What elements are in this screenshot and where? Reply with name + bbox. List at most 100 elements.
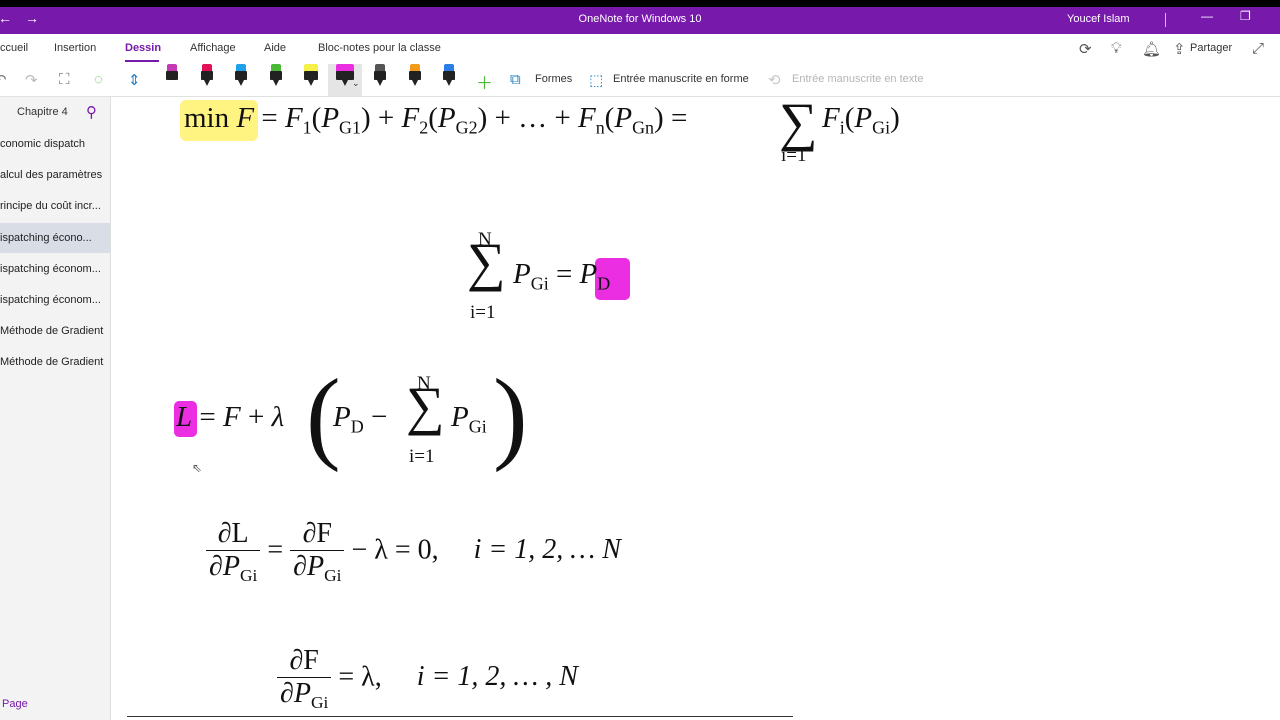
- eq5-frac: ∂F ∂PGi: [277, 645, 332, 713]
- ink-to-shape-icon[interactable]: ⬚: [589, 71, 603, 89]
- shapes-icon[interactable]: ⧉: [510, 71, 521, 88]
- active-tab-indicator: [125, 60, 159, 62]
- pen-blue-body: [443, 71, 455, 80]
- undo-icon[interactable]: ↶: [0, 71, 7, 89]
- eq1-tail-F: F: [822, 102, 840, 134]
- pen-black-tip: [377, 80, 383, 86]
- tab-affichage[interactable]: Affichage: [190, 42, 236, 54]
- eq2-sum-symbol: ∑: [467, 232, 506, 292]
- eq3-F: F: [223, 401, 241, 433]
- eq1-min: min: [184, 102, 230, 134]
- eq1-p1-sub: G1: [339, 117, 362, 138]
- share-icon[interactable]: ⇪: [1173, 40, 1186, 58]
- eq5-den-b: Gi: [310, 693, 329, 713]
- ink-to-text-button: Entrée manuscrite en texte: [792, 73, 924, 85]
- pen-4-tip: [273, 80, 279, 86]
- page-item-1[interactable]: conomic dispatch: [0, 129, 110, 159]
- eq3-P: P: [451, 401, 469, 433]
- pen-4-icon[interactable]: [270, 64, 282, 88]
- pen-black-icon[interactable]: [374, 64, 386, 88]
- pen-options-chevron-icon[interactable]: ⌄: [352, 78, 360, 89]
- eq2-rhs-D: D: [597, 273, 611, 294]
- highlighter-yellow-body: [304, 71, 318, 80]
- pen-blue-tip: [446, 80, 452, 86]
- page-item-7[interactable]: Méthode de Gradient: [0, 316, 110, 346]
- pen-2-body: [201, 71, 213, 80]
- eq1-pn-sub: Gn: [632, 117, 655, 138]
- eq5-den-a: ∂P: [280, 678, 311, 709]
- minimize-icon[interactable]: —: [1201, 9, 1213, 23]
- eq4-frac-1: ∂L ∂PGi: [206, 518, 261, 586]
- eq1-tail-P: P: [854, 102, 873, 134]
- tab-dessin[interactable]: Dessin: [125, 42, 161, 54]
- pen-3-tip: [238, 80, 244, 86]
- eq3-Gi: Gi: [468, 416, 487, 437]
- eq3-pd-P: P: [333, 401, 351, 433]
- share-button[interactable]: Partager: [1190, 42, 1232, 54]
- add-space-icon[interactable]: ⇕: [128, 71, 141, 89]
- eq1-ellipsis: …: [518, 102, 548, 134]
- pen-blue-icon[interactable]: [443, 64, 455, 88]
- fullscreen-icon[interactable]: ⤢: [1252, 40, 1264, 57]
- redo-icon[interactable]: ↷: [25, 71, 38, 89]
- page-item-2[interactable]: alcul des paramètres: [0, 160, 110, 190]
- eq1-fn: F: [577, 102, 596, 134]
- eq5-index: i = 1, 2, … , N: [416, 661, 578, 693]
- restore-icon[interactable]: ❐: [1240, 9, 1251, 23]
- user-name[interactable]: Youcef Islam: [1067, 13, 1130, 25]
- eq4-den2-a: ∂P: [293, 551, 325, 582]
- tab-aide[interactable]: Aide: [264, 42, 286, 54]
- page-canvas[interactable]: min F = F1(PG1) + F2(PG2) + … + Fn(PGn) …: [111, 97, 1280, 720]
- page-navigation-pane: Chapitre 4 ⚲ conomic dispatch alcul des …: [0, 97, 111, 720]
- tab-insertion[interactable]: Insertion: [54, 42, 96, 54]
- eq4-frac-2: ∂F ∂PGi: [290, 518, 345, 586]
- add-pen-icon[interactable]: ＋: [476, 69, 493, 94]
- eq4-num2: ∂F: [290, 518, 345, 551]
- eq1-tail-Gi: Gi: [872, 117, 891, 138]
- equation-lagrangian-start: L = F + λ: [176, 401, 285, 433]
- equation-objective: min F = F1(PG1) + F2(PG2) + … + Fn(PGn) …: [184, 102, 688, 138]
- ink-to-shape-button[interactable]: Entrée manuscrite en forme: [613, 73, 749, 85]
- search-icon[interactable]: ⚲: [86, 103, 97, 121]
- eq3-pd: PD −: [333, 401, 388, 437]
- eq1-f2-sub: 2: [419, 117, 429, 138]
- pen-2-icon[interactable]: [201, 64, 213, 88]
- eq1-tail-i: i: [839, 117, 845, 138]
- add-page-button[interactable]: Page: [2, 698, 28, 710]
- page-item-8[interactable]: Méthode de Gradient: [0, 347, 110, 377]
- shapes-button[interactable]: Formes: [535, 73, 572, 85]
- pen-black-body: [374, 71, 386, 80]
- tab-accueil[interactable]: ccueil: [0, 42, 28, 54]
- page-item-5[interactable]: ispatching économ...: [0, 254, 110, 284]
- pen-orange-tip: [412, 80, 418, 86]
- pen-4-body: [270, 71, 282, 80]
- pen-orange-icon[interactable]: [409, 64, 421, 88]
- pen-3-icon[interactable]: [235, 64, 247, 88]
- eq1-p2: P: [437, 102, 456, 134]
- lightbulb-icon[interactable]: 💡︎: [1111, 40, 1122, 57]
- eq4-den1-a: ∂P: [209, 551, 240, 582]
- eraser-icon[interactable]: ◌: [94, 71, 103, 88]
- page-item-3[interactable]: rincipe du coût incr...: [0, 191, 110, 221]
- eq2-Gi: Gi: [530, 273, 549, 294]
- section-name[interactable]: Chapitre 4: [17, 106, 68, 118]
- equation-derivative-condition: ∂L ∂PGi = ∂F ∂PGi − λ = 0, i = 1, 2, … N: [206, 518, 621, 586]
- draw-toolbar: ↶ ↷ ⛶ ◌ ⇕ ⌄ ＋ ⧉ Formes ⬚ Entrée manuscri…: [0, 64, 1280, 97]
- page-item-4-selected[interactable]: ispatching écono...: [0, 223, 110, 253]
- eq1-p2-sub: G2: [455, 117, 478, 138]
- eq4-den2: ∂PGi: [290, 551, 344, 586]
- highlighter-yellow-icon[interactable]: [304, 64, 318, 88]
- pen-2-tip: [204, 80, 210, 86]
- page-item-6[interactable]: ispatching économ...: [0, 285, 110, 315]
- ink-to-text-icon: ⟲: [768, 72, 781, 89]
- lasso-select-icon[interactable]: ⛶: [59, 71, 70, 88]
- eq2-rhs-P: P: [579, 258, 598, 290]
- sync-icon[interactable]: ⟳: [1079, 40, 1092, 58]
- bell-icon[interactable]: 🔔︎: [1142, 40, 1161, 58]
- tab-bloc-notes-classe[interactable]: Bloc-notes pour la classe: [318, 42, 441, 54]
- eq1-pn: P: [614, 102, 633, 134]
- eq3-pd-D: D: [350, 416, 364, 437]
- pen-1-icon[interactable]: [166, 64, 178, 88]
- eq5-num: ∂F: [277, 645, 332, 678]
- eq3-sum-lower: i=1: [409, 446, 435, 467]
